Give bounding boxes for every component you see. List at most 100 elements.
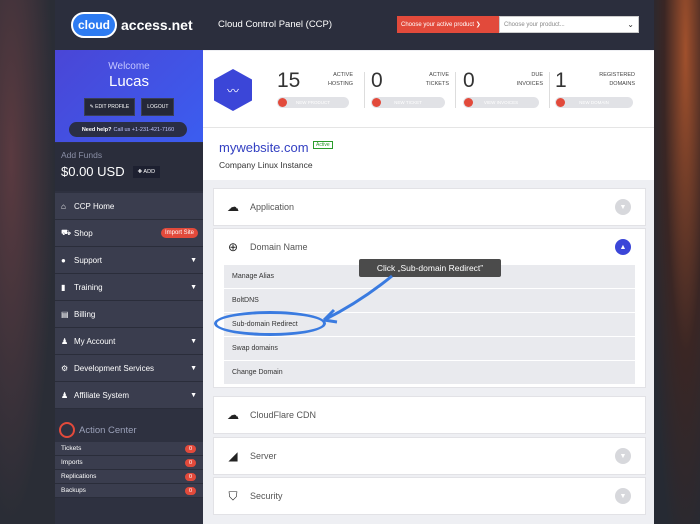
panel-header-cloudflare-cdn[interactable]: ☁ CloudFlare CDN <box>214 397 645 433</box>
chevron-down-icon: ▼ <box>190 283 197 291</box>
help-bar[interactable]: Need help? Call us +1-231-421-7160 <box>69 122 187 137</box>
submenu-item-change-domain[interactable]: Change Domain <box>224 361 635 385</box>
app-window: cloud access.net Welcome Lucas ✎ EDIT PR… <box>55 0 654 524</box>
chevron-down-icon: ▼ <box>190 256 197 264</box>
sidebar: cloud access.net Welcome Lucas ✎ EDIT PR… <box>55 0 203 524</box>
sidebar-item-shop[interactable]: ⛟ Shop Import Site <box>55 220 203 247</box>
stat-active-tickets: 0 ACTIVE TICKETS NEW TICKET <box>371 69 449 113</box>
expand-toggle[interactable]: ▼ <box>615 199 631 215</box>
sidebar-item-development-services[interactable]: ⚙ Development Services ▼ <box>55 355 203 382</box>
shield-icon: ⛉ <box>228 488 238 503</box>
divider <box>455 72 456 108</box>
sidebar-item-billing[interactable]: ▤ Billing <box>55 301 203 328</box>
brand-name: access.net <box>121 17 193 33</box>
logout-button[interactable]: LOGOUT <box>141 98 175 116</box>
action-row-replications[interactable]: Replications 0 <box>55 470 203 484</box>
panel-security: ⛉ Security ▼ <box>213 477 646 515</box>
chevron-down-icon: ⌄ <box>627 20 634 29</box>
sidebar-nav: ⌂ CCP Home ⛟ Shop Import Site ● Support ▼ ▮ Tr… <box>55 193 203 409</box>
site-domain-link[interactable]: mywebsite.com <box>219 140 309 155</box>
welcome-text: Welcome <box>108 61 150 72</box>
billing-icon: ▤ <box>61 309 69 319</box>
cloud-icon: ☁ <box>227 200 239 214</box>
new-ticket-button[interactable]: NEW TICKET <box>371 97 445 108</box>
annotation-highlight-ellipse <box>214 311 326 336</box>
sidebar-item-ccp-home[interactable]: ⌂ CCP Home <box>55 193 203 220</box>
stat-due-invoices: 0 DUE INVOICES VIEW INVOICES <box>463 69 543 113</box>
home-icon: ⌂ <box>61 201 66 211</box>
count-badge: 0 <box>184 486 196 495</box>
globe-icon <box>556 98 565 107</box>
collapse-toggle[interactable]: ▲ <box>615 239 631 255</box>
divider <box>549 72 550 108</box>
add-funds: Add Funds $0.00 USD ✚ ADD <box>55 143 203 191</box>
panel-cloudflare-cdn: ☁ CloudFlare CDN <box>213 396 646 434</box>
count-badge: 0 <box>184 472 196 481</box>
count-badge: 0 <box>184 458 196 467</box>
new-domain-button[interactable]: NEW DOMAIN <box>555 97 633 108</box>
gears-icon: ⚙ <box>61 363 69 373</box>
user-icon: ♟ <box>61 336 69 346</box>
sidebar-item-training[interactable]: ▮ Training ▼ <box>55 274 203 301</box>
panel-title: Cloud Control Panel (CCP) <box>218 19 333 30</box>
action-center-list: Tickets 0 Imports 0 Replications 0 Backups 0 <box>55 442 203 498</box>
site-description: Company Linux Instance <box>219 160 313 170</box>
action-row-imports[interactable]: Imports 0 <box>55 456 203 470</box>
background-left <box>0 0 55 524</box>
panel-header-application[interactable]: ☁ Application ▼ <box>214 189 645 225</box>
cart-icon <box>278 98 287 107</box>
chat-icon: ● <box>61 255 66 265</box>
sidebar-item-my-account[interactable]: ♟ My Account ▼ <box>55 328 203 355</box>
users-icon: ♟ <box>61 390 69 400</box>
user-name: Lucas <box>108 73 150 90</box>
action-center-header: Action Center <box>55 415 203 445</box>
funds-amount: $0.00 USD <box>61 164 125 179</box>
top-bar: Cloud Control Panel (CCP) Choose your ac… <box>203 0 654 50</box>
cloud-logo-icon: cloud <box>71 12 117 38</box>
background-right <box>652 0 700 524</box>
new-product-button[interactable]: NEW PRODUCT <box>277 97 349 108</box>
cloudflare-icon: ☁ <box>227 408 239 422</box>
expand-toggle[interactable]: ▼ <box>615 448 631 464</box>
sidebar-item-support[interactable]: ● Support ▼ <box>55 247 203 274</box>
stats-bar: 〰 15 ACTIVE HOSTING NEW PRODUCT 0 ACTIVE T… <box>203 51 654 127</box>
chevron-down-icon: ▼ <box>190 337 197 345</box>
choose-product-label: Choose your active product ❯ <box>397 16 499 33</box>
chat-icon <box>372 98 381 107</box>
panel-domain-name: ⊕ Domain Name ▲ Manage Alias BoltDNS Sub… <box>213 228 646 388</box>
stat-registered-domains: 1 REGISTERED DOMAINS NEW DOMAIN <box>555 69 635 113</box>
add-funds-button[interactable]: ✚ ADD <box>132 165 161 178</box>
sidebar-item-affiliate-system[interactable]: ♟ Affiliate System ▼ <box>55 382 203 409</box>
submenu-item-swap-domains[interactable]: Swap domains <box>224 337 635 361</box>
status-badge: Active <box>313 141 333 149</box>
expand-toggle[interactable]: ▼ <box>615 488 631 504</box>
chevron-down-icon: ▼ <box>190 391 197 399</box>
edit-profile-button[interactable]: ✎ EDIT PROFILE <box>83 98 136 116</box>
panel-header-security[interactable]: ⛉ Security ▼ <box>214 478 645 514</box>
action-row-tickets[interactable]: Tickets 0 <box>55 442 203 456</box>
funds-label: Add Funds <box>61 150 103 160</box>
brand-logo[interactable]: cloud access.net <box>55 0 203 50</box>
invoice-icon <box>464 98 473 107</box>
help-label: Need help? <box>81 126 112 133</box>
panel-server: ◢ Server ▼ <box>213 437 646 475</box>
panel-application: ☁ Application ▼ <box>213 188 646 226</box>
chart-icon: ◢ <box>228 449 238 463</box>
help-phone: Call us +1-231-421-7160 <box>113 126 175 133</box>
cart-icon: ⛟ <box>61 228 72 237</box>
product-select[interactable]: Choose your product... ⌄ <box>499 16 639 33</box>
globe-icon: ⊕ <box>227 240 239 254</box>
divider <box>364 72 365 108</box>
stat-active-hosting: 15 ACTIVE HOSTING NEW PRODUCT <box>277 69 353 113</box>
submenu-item-boltdns[interactable]: BoltDNS <box>224 289 635 313</box>
import-site-badge[interactable]: Import Site <box>160 228 198 238</box>
panel-header-server[interactable]: ◢ Server ▼ <box>214 438 645 474</box>
site-header: mywebsite.com Active Company Linux Insta… <box>203 127 654 180</box>
book-icon: ▮ <box>61 282 66 292</box>
action-row-backups[interactable]: Backups 0 <box>55 484 203 498</box>
action-center-icon <box>59 422 75 438</box>
chevron-down-icon: ▼ <box>190 364 197 372</box>
pulse-icon: 〰 <box>214 69 252 111</box>
view-invoices-button[interactable]: VIEW INVOICES <box>463 97 539 108</box>
count-badge: 0 <box>184 444 196 453</box>
